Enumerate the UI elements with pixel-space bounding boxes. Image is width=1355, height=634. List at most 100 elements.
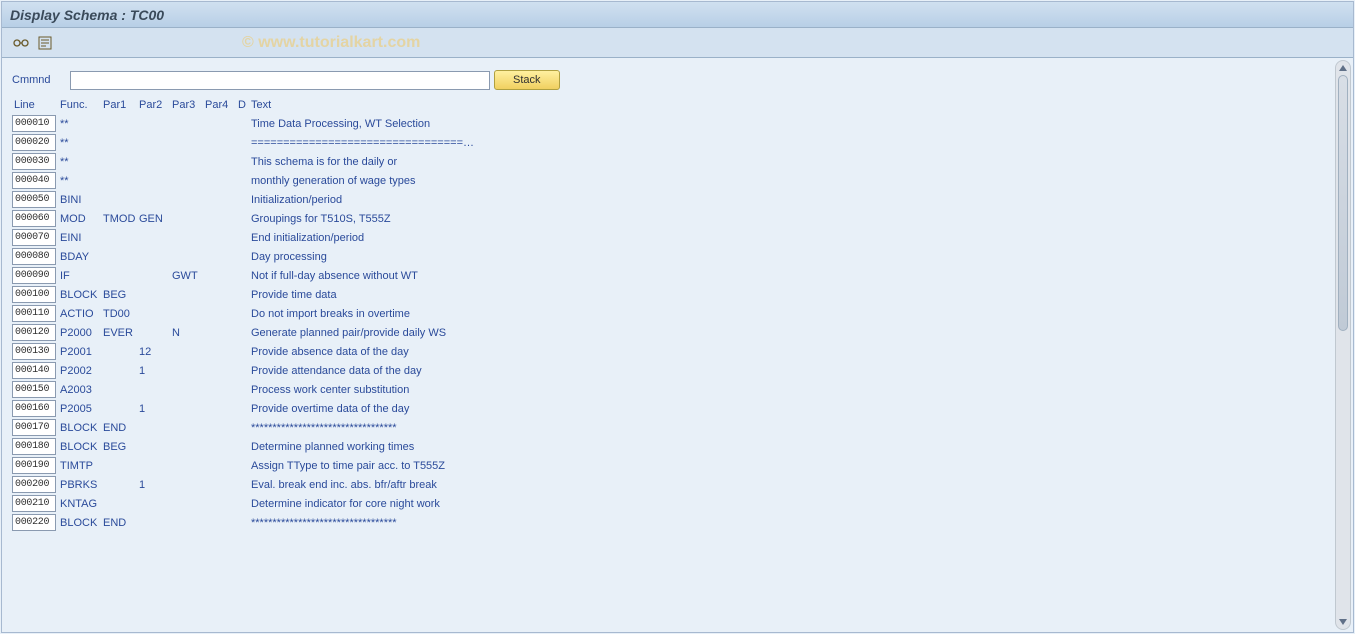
cell-func: P2000 <box>58 327 101 339</box>
cell-text: Groupings for T510S, T555Z <box>249 213 1323 225</box>
cell-par1: TD00 <box>101 308 137 320</box>
cell-text: Determine planned working times <box>249 441 1323 453</box>
line-number-input[interactable] <box>12 229 56 246</box>
cell-func: BLOCK <box>58 289 101 301</box>
line-number-input[interactable] <box>12 305 56 322</box>
cell-text: Provide absence data of the day <box>249 346 1323 358</box>
cell-par3: N <box>170 327 203 339</box>
schema-grid: Line Func. Par1 Par2 Par3 Par4 D Text **… <box>12 96 1323 532</box>
cell-func: KNTAG <box>58 498 101 510</box>
table-row-line <box>12 513 58 532</box>
cell-par1: EVER <box>101 327 137 339</box>
line-number-input[interactable] <box>12 153 56 170</box>
cell-func: IF <box>58 270 101 282</box>
line-number-input[interactable] <box>12 248 56 265</box>
table-row-line <box>12 209 58 228</box>
cell-func: P2001 <box>58 346 101 358</box>
cell-func: MOD <box>58 213 101 225</box>
cell-func: P2002 <box>58 365 101 377</box>
cell-par2: 12 <box>137 346 170 358</box>
cell-par3: GWT <box>170 270 203 282</box>
line-number-input[interactable] <box>12 210 56 227</box>
line-number-input[interactable] <box>12 324 56 341</box>
line-number-input[interactable] <box>12 476 56 493</box>
cell-text: ********************************** <box>249 422 1323 434</box>
vertical-scrollbar[interactable] <box>1335 60 1351 630</box>
table-row-line <box>12 171 58 190</box>
cell-par1: END <box>101 422 137 434</box>
line-number-input[interactable] <box>12 495 56 512</box>
table-row-line <box>12 475 58 494</box>
cell-par1: TMOD <box>101 213 137 225</box>
stack-button[interactable]: Stack <box>494 70 560 90</box>
line-number-input[interactable] <box>12 286 56 303</box>
table-row-line <box>12 380 58 399</box>
line-number-input[interactable] <box>12 438 56 455</box>
command-input[interactable] <box>70 71 490 90</box>
table-row-line <box>12 133 58 152</box>
table-row-line <box>12 228 58 247</box>
cell-text: Provide overtime data of the day <box>249 403 1323 415</box>
window-title: Display Schema : TC00 <box>10 7 164 23</box>
app-frame: Display Schema : TC00 © www.tutorialkart… <box>1 1 1354 633</box>
cell-par2: 1 <box>137 403 170 415</box>
line-number-input[interactable] <box>12 400 56 417</box>
line-number-input[interactable] <box>12 191 56 208</box>
cell-func: A2003 <box>58 384 101 396</box>
titlebar: Display Schema : TC00 <box>2 2 1353 28</box>
cell-text: monthly generation of wage types <box>249 175 1323 187</box>
table-row-line <box>12 304 58 323</box>
col-text: Text <box>249 96 1323 114</box>
content-area: Cmmnd Stack Line Func. Par1 Par2 Par3 Pa… <box>2 60 1333 632</box>
scroll-down-icon[interactable] <box>1339 619 1347 625</box>
cell-par1: BEG <box>101 441 137 453</box>
table-row-line <box>12 323 58 342</box>
line-number-input[interactable] <box>12 514 56 531</box>
scroll-thumb[interactable] <box>1338 75 1348 331</box>
table-row-line <box>12 285 58 304</box>
table-row-line <box>12 456 58 475</box>
command-label: Cmmnd <box>12 74 66 86</box>
line-number-input[interactable] <box>12 362 56 379</box>
cell-text: Generate planned pair/provide daily WS <box>249 327 1323 339</box>
cell-func: ** <box>58 137 101 149</box>
cell-text: ********************************** <box>249 517 1323 529</box>
col-par1: Par1 <box>101 96 137 114</box>
cell-func: EINI <box>58 232 101 244</box>
detail-icon[interactable] <box>36 34 54 52</box>
table-row-line <box>12 152 58 171</box>
cell-text: Determine indicator for core night work <box>249 498 1323 510</box>
col-par4: Par4 <box>203 96 236 114</box>
cell-text: Not if full-day absence without WT <box>249 270 1323 282</box>
col-par2: Par2 <box>137 96 170 114</box>
line-number-input[interactable] <box>12 419 56 436</box>
line-number-input[interactable] <box>12 343 56 360</box>
cell-text: This schema is for the daily or <box>249 156 1323 168</box>
table-row-line <box>12 399 58 418</box>
line-number-input[interactable] <box>12 115 56 132</box>
col-par3: Par3 <box>170 96 203 114</box>
table-row-line <box>12 266 58 285</box>
line-number-input[interactable] <box>12 381 56 398</box>
line-number-input[interactable] <box>12 267 56 284</box>
col-d: D <box>236 96 249 114</box>
cell-par2: 1 <box>137 479 170 491</box>
command-row: Cmmnd Stack <box>12 70 1323 90</box>
cell-par2: 1 <box>137 365 170 377</box>
table-row-line <box>12 247 58 266</box>
cell-func: TIMTP <box>58 460 101 472</box>
scroll-up-icon[interactable] <box>1339 65 1347 71</box>
cell-func: BINI <box>58 194 101 206</box>
glasses-icon[interactable] <box>12 34 30 52</box>
cell-text: Eval. break end inc. abs. bfr/aftr break <box>249 479 1323 491</box>
cell-text: Time Data Processing, WT Selection <box>249 118 1323 130</box>
table-row-line <box>12 361 58 380</box>
cell-func: ACTIO <box>58 308 101 320</box>
cell-text: =================================… <box>249 137 1323 149</box>
line-number-input[interactable] <box>12 134 56 151</box>
line-number-input[interactable] <box>12 172 56 189</box>
cell-text: Provide time data <box>249 289 1323 301</box>
line-number-input[interactable] <box>12 457 56 474</box>
table-row-line <box>12 342 58 361</box>
table-row-line <box>12 437 58 456</box>
